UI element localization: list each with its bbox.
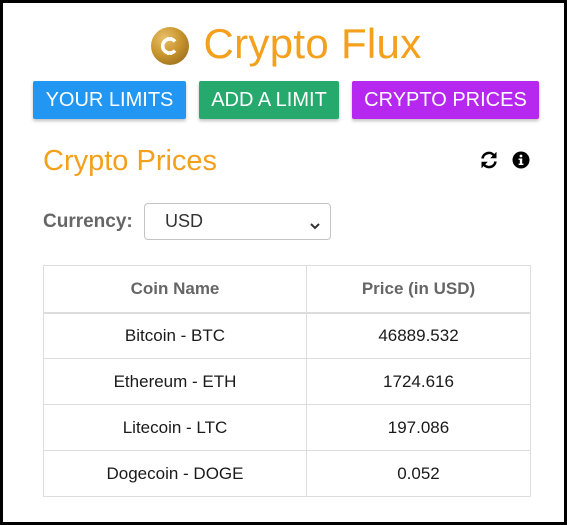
- price-cell: 46889.532: [306, 312, 531, 359]
- table-header-row: Coin Name Price (in USD): [43, 265, 531, 314]
- table-row: Bitcoin - BTC 46889.532: [43, 312, 531, 359]
- currency-select[interactable]: USD: [144, 203, 331, 240]
- currency-label: Currency:: [43, 211, 133, 232]
- column-header-coin: Coin Name: [43, 265, 307, 314]
- currency-selected-value: USD: [165, 211, 204, 231]
- section-title: Crypto Prices: [43, 145, 218, 177]
- app-frame: Crypto Flux YOUR LIMITS ADD A LIMIT CRYP…: [0, 0, 567, 525]
- crypto-prices-button[interactable]: CRYPTO PRICES: [352, 81, 539, 119]
- add-limit-button[interactable]: ADD A LIMIT: [199, 81, 339, 119]
- main-nav: YOUR LIMITS ADD A LIMIT CRYPTO PRICES: [3, 81, 567, 119]
- coin-name-cell: Ethereum - ETH: [43, 358, 307, 405]
- coin-name-cell: Bitcoin - BTC: [43, 312, 307, 359]
- app-title: Crypto Flux: [203, 20, 422, 67]
- table-row: Ethereum - ETH 1724.616: [43, 358, 531, 405]
- your-limits-button[interactable]: YOUR LIMITS: [33, 81, 186, 119]
- price-cell: 0.052: [306, 450, 531, 497]
- chevron-down-icon: [309, 216, 321, 237]
- price-cell: 197.086: [306, 404, 531, 451]
- app-header: Crypto Flux: [3, 17, 567, 71]
- price-cell: 1724.616: [306, 358, 531, 405]
- table-row: Dogecoin - DOGE 0.052: [43, 450, 531, 497]
- column-header-price: Price (in USD): [306, 265, 531, 314]
- table-row: Litecoin - LTC 197.086: [43, 404, 531, 451]
- refresh-icon[interactable]: [478, 149, 500, 171]
- info-icon[interactable]: [510, 149, 532, 171]
- coin-name-cell: Dogecoin - DOGE: [43, 450, 307, 497]
- coin-name-cell: Litecoin - LTC: [43, 404, 307, 451]
- price-table: Coin Name Price (in USD) Bitcoin - BTC 4…: [43, 265, 531, 497]
- bitcoin-coin-icon: [151, 27, 190, 65]
